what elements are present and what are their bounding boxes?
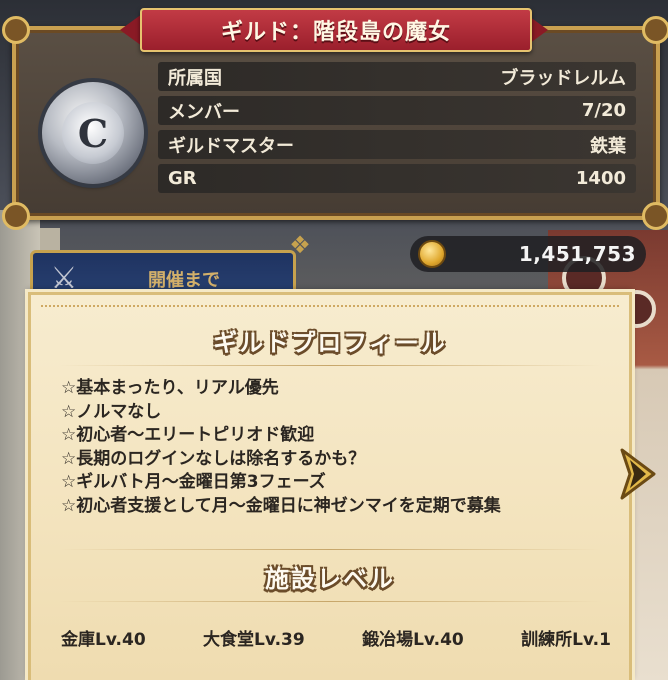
info-label: ギルドマスター — [168, 135, 294, 157]
facility-dining-hall: 大食堂Lv.39 — [203, 630, 305, 650]
panel-corner-ornament — [2, 202, 30, 230]
divider — [59, 365, 601, 366]
event-banner-text: 開催まで — [148, 270, 220, 291]
info-label: 所属国 — [168, 67, 222, 89]
profile-title: ギルドプロフィール — [213, 329, 447, 357]
guild-emblem: C — [42, 82, 144, 184]
info-value: 鉄葉 — [590, 135, 626, 157]
guild-title-ribbon: ギルド：階段島の魔女 — [140, 8, 532, 52]
info-row-guild-master: ギルドマスター 鉄葉 — [158, 130, 636, 159]
guild-info-rows: 所属国 ブラッドレルム メンバー 7/20 ギルドマスター 鉄葉 GR 1400 — [158, 62, 636, 198]
info-row-country: 所属国 ブラッドレルム — [158, 62, 636, 91]
facility-vault: 金庫Lv.40 — [61, 630, 146, 650]
gold-amount: 1,451,753 — [518, 242, 636, 266]
profile-line: ☆長期のログインなしは除名するかも？ — [61, 448, 366, 469]
facility-levels: 金庫Lv.40 大食堂Lv.39 鍛冶場Lv.40 訓練所Lv.1 — [61, 625, 611, 650]
ribbon-tail-left — [120, 14, 142, 46]
gold-counter: 1,451,753 — [410, 236, 646, 272]
profile-line: ☆初心者〜エリートピリオド歓迎 — [61, 425, 315, 445]
guild-emblem-letter: C — [62, 102, 124, 164]
panel-corner-ornament — [642, 16, 668, 44]
parchment-border — [41, 305, 619, 313]
profile-line: ☆ギルバト月〜金曜日第3フェーズ — [61, 472, 326, 492]
info-value: 1400 — [575, 168, 626, 189]
profile-line: ☆初心者支援として月〜金曜日に神ゼンマイを定期で募集 — [61, 495, 501, 516]
panel-corner-ornament — [2, 16, 30, 44]
profile-text: ☆基本まったり、リアル優先 ☆ノルマなし ☆初心者〜エリートピリオド歓迎 ☆長期… — [61, 377, 621, 518]
guild-title: ギルド：階段島の魔女 — [220, 20, 451, 45]
facility-title: 施設レベル — [265, 565, 395, 593]
info-value: ブラッドレルム — [500, 67, 626, 89]
crossed-swords-icon: ⚔ — [50, 261, 78, 296]
info-label: メンバー — [168, 101, 240, 123]
divider — [59, 601, 601, 602]
profile-line: ☆ノルマなし — [61, 401, 162, 422]
panel-corner-ornament — [642, 202, 668, 230]
divider — [59, 549, 601, 550]
guild-profile-panel: ギルドプロフィール ☆基本まったり、リアル優先 ☆ノルマなし ☆初心者〜エリート… — [28, 292, 632, 680]
facility-smithy: 鍛冶場Lv.40 — [362, 630, 464, 650]
profile-line: ☆基本まったり、リアル優先 — [61, 378, 279, 398]
ornament-icon: ❖ — [289, 231, 311, 259]
next-page-arrow-icon[interactable] — [618, 446, 658, 502]
info-row-members: メンバー 7/20 — [158, 96, 636, 125]
gold-coin-icon — [418, 240, 446, 268]
info-row-gr: GR 1400 — [158, 164, 636, 193]
info-label: GR — [168, 168, 197, 189]
info-value: 7/20 — [581, 100, 626, 121]
facility-training-ground: 訓練所Lv.1 — [521, 630, 611, 650]
